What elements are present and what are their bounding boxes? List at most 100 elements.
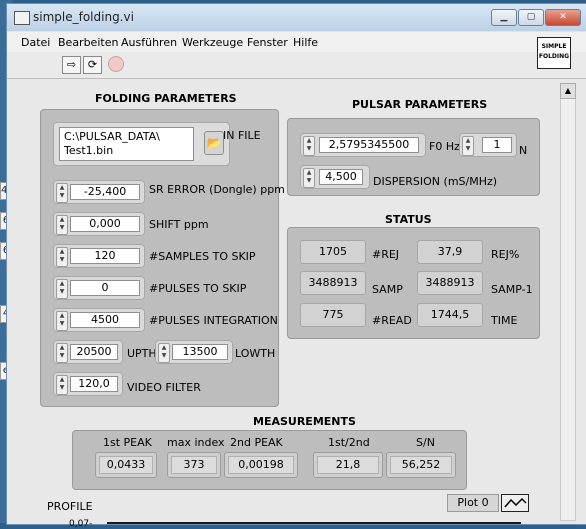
maxidx-value: 373: [171, 456, 217, 474]
menu-fenster[interactable]: Fenster: [247, 36, 288, 49]
sn-label: S/N: [416, 436, 435, 449]
minimize-button[interactable]: ▁: [491, 9, 517, 26]
peak1-label: 1st PEAK: [103, 436, 152, 449]
rej-pct-label: REJ%: [491, 248, 520, 261]
video-filter-control: ▲ ▼ 120,0: [53, 372, 123, 396]
run-continuously-icon[interactable]: ⟳: [83, 56, 102, 74]
dispersion-control: ▲ ▼ 4,500: [300, 165, 370, 189]
samples-skip-input[interactable]: 120: [70, 248, 140, 264]
samples-skip-control: ▲ ▼ 120: [53, 244, 145, 268]
f0-spinner[interactable]: ▲ ▼: [303, 136, 315, 156]
scroll-up-icon[interactable]: ▲: [560, 83, 576, 99]
shift-spinner[interactable]: ▲ ▼: [56, 215, 68, 235]
upth-label: UPTH: [127, 347, 157, 360]
maxidx-indicator: 373: [167, 452, 221, 478]
samp-indicator: 3488913: [300, 271, 366, 295]
status-title: STATUS: [385, 213, 432, 226]
dispersion-label: DISPERSION (mS/MHz): [373, 175, 498, 188]
pulses-skip-control: ▲ ▼ 0: [53, 276, 145, 300]
infile-path-line1: C:\PULSAR_DATA\: [64, 130, 160, 143]
abort-icon[interactable]: [108, 56, 124, 72]
pulses-skip-label: #PULSES TO SKIP: [149, 282, 247, 295]
sr-error-spinner[interactable]: ▲ ▼: [56, 183, 68, 203]
dispersion-spinner[interactable]: ▲ ▼: [303, 168, 315, 188]
title-bar[interactable]: simple_folding.vi ▁ ▢ ✕: [7, 4, 586, 31]
shift-control: ▲ ▼ 0,000: [53, 212, 145, 236]
upth-control: ▲ ▼ 20500: [53, 340, 123, 364]
maximize-button[interactable]: ▢: [518, 9, 544, 26]
maxidx-label: max index: [167, 436, 225, 449]
vi-connector-icon: SIMPLE FOLDING: [537, 37, 571, 69]
measurements-group: 1st PEAK 0,0433 max index 373 2nd PEAK 0…: [72, 430, 467, 490]
infile-path-field[interactable]: C:\PULSAR_DATA\ Test1.bin: [59, 127, 194, 161]
folding-group: C:\PULSAR_DATA\ Test1.bin 📂 IN FILE ▲ ▼ -…: [40, 109, 285, 407]
infile-path-control: C:\PULSAR_DATA\ Test1.bin 📂: [53, 122, 230, 166]
close-button[interactable]: ✕: [545, 9, 581, 26]
folding-title: FOLDING PARAMETERS: [95, 92, 237, 105]
n-input[interactable]: 1: [482, 137, 512, 153]
upth-spinner[interactable]: ▲ ▼: [56, 343, 68, 363]
plot-legend[interactable]: Plot 0: [447, 494, 499, 512]
time-label: TIME: [491, 314, 518, 327]
video-filter-label: VIDEO FILTER: [127, 381, 201, 394]
peak2-indicator: 0,00198: [224, 452, 298, 478]
peak1-indicator: 0,0433: [95, 452, 157, 478]
plot-style-icon[interactable]: [501, 494, 529, 512]
menu-hilfe[interactable]: Hilfe: [293, 36, 318, 49]
pulsar-title: PULSAR PARAMETERS: [352, 98, 488, 111]
vi-window: simple_folding.vi ▁ ▢ ✕ Datei Bearbeiten…: [6, 3, 586, 529]
shift-label: SHIFT ppm: [149, 218, 209, 231]
sn-value: 56,252: [390, 456, 452, 474]
menu-ausfuehren[interactable]: Ausführen: [121, 36, 177, 49]
pulses-int-spinner[interactable]: ▲ ▼: [56, 311, 68, 331]
menu-werkzeuge[interactable]: Werkzeuge: [182, 36, 243, 49]
pulses-int-input[interactable]: 4500: [70, 312, 140, 328]
infile-label: IN FILE: [223, 129, 261, 142]
pulses-int-label: #PULSES INTEGRATION: [149, 314, 278, 327]
infile-path-line2: Test1.bin: [64, 144, 114, 157]
samples-skip-spinner[interactable]: ▲ ▼: [56, 247, 68, 267]
sr-error-control: ▲ ▼ -25,400: [53, 180, 145, 204]
menu-bar: Datei Bearbeiten Ausführen Werkzeuge Fen…: [7, 32, 586, 52]
rej-label: #REJ: [372, 248, 400, 261]
peak2-label: 2nd PEAK: [230, 436, 283, 449]
pulses-skip-input[interactable]: 0: [70, 280, 140, 296]
pulses-skip-spinner[interactable]: ▲ ▼: [56, 279, 68, 299]
lowth-input[interactable]: 13500: [172, 344, 228, 360]
n-control: ▲ ▼ 1: [459, 133, 517, 157]
folder-open-icon[interactable]: 📂: [204, 131, 224, 155]
run-arrow-icon[interactable]: ⇨: [62, 56, 81, 74]
lowth-label: LOWTH: [235, 347, 276, 360]
labview-app-icon: [14, 11, 30, 25]
shift-input[interactable]: 0,000: [70, 216, 140, 232]
rej-pct-indicator: 37,9: [417, 240, 483, 264]
f0-control: ▲ ▼ 2,5795345500: [300, 133, 426, 157]
vi-icon-line2: FOLDING: [538, 53, 570, 60]
ratio-label: 1st/2nd: [328, 436, 370, 449]
sr-error-input[interactable]: -25,400: [70, 184, 140, 200]
menu-bearbeiten[interactable]: Bearbeiten: [58, 36, 118, 49]
dispersion-input[interactable]: 4,500: [319, 169, 363, 185]
ratio-indicator: 21,8: [313, 452, 383, 478]
f0-input[interactable]: 2,5795345500: [319, 137, 419, 153]
f0-label: F0 Hz: [429, 140, 460, 153]
profile-ytick: 0,07-: [69, 519, 93, 529]
n-spinner[interactable]: ▲ ▼: [462, 136, 474, 156]
vi-icon-line1: SIMPLE: [541, 43, 567, 50]
vertical-scrollbar[interactable]: ▲: [553, 79, 586, 524]
profile-plot-area[interactable]: [107, 522, 521, 524]
video-filter-input[interactable]: 120,0: [70, 376, 118, 392]
pulses-int-control: ▲ ▼ 4500: [53, 308, 145, 332]
lowth-control: ▲ ▼ 13500: [155, 340, 233, 364]
scrollbar-track[interactable]: [560, 83, 576, 521]
lowth-spinner[interactable]: ▲ ▼: [158, 343, 170, 363]
pulsar-group: ▲ ▼ 2,5795345500 F0 Hz ▲ ▼ 1 N ▲ ▼ 4,500 DI…: [287, 118, 540, 196]
sn-indicator: 56,252: [386, 452, 456, 478]
measurements-title: MEASUREMENTS: [253, 415, 356, 428]
window-title: simple_folding.vi: [33, 10, 134, 24]
video-filter-spinner[interactable]: ▲ ▼: [56, 375, 68, 395]
samp-label: SAMP: [372, 283, 403, 296]
peak2-value: 0,00198: [228, 456, 294, 474]
upth-input[interactable]: 20500: [70, 344, 118, 360]
menu-datei[interactable]: Datei: [21, 36, 50, 49]
